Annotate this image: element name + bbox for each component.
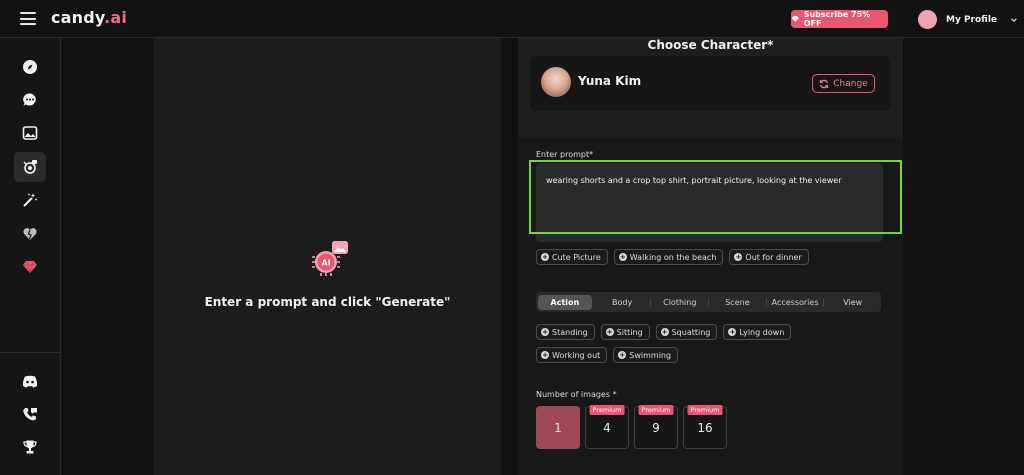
action-chip[interactable]: + Squatting	[655, 324, 718, 340]
tab-accessories[interactable]: Accessories	[767, 297, 825, 307]
action-chip[interactable]: + Lying down	[723, 324, 792, 340]
plus-icon: +	[541, 252, 549, 261]
tab-view[interactable]: View	[824, 298, 881, 307]
plus-icon: +	[734, 252, 743, 261]
premium-badge: Premium	[687, 405, 723, 415]
premium-badge: Premium	[589, 405, 625, 415]
image-count-option[interactable]: Premium 4	[585, 405, 629, 449]
chat-icon[interactable]	[14, 85, 46, 115]
action-chip[interactable]: + Working out	[536, 347, 608, 363]
discord-icon[interactable]	[14, 366, 46, 396]
tab-body[interactable]: Body	[594, 297, 652, 307]
image-preview-panel: AI Enter a prompt and click "Generate"	[154, 38, 501, 475]
tab-scene[interactable]: Scene	[709, 297, 767, 307]
gallery-icon[interactable]	[14, 118, 46, 148]
character-card: Yuna Kim Change	[530, 56, 890, 111]
action-chip[interactable]: + Swimming	[613, 347, 679, 363]
sidebar-divider	[0, 352, 61, 353]
avatar	[918, 10, 937, 29]
image-count-option[interactable]: Premium 16	[683, 405, 727, 449]
plus-icon: +	[660, 327, 669, 336]
plus-icon: +	[728, 327, 737, 336]
action-chip[interactable]: + Standing	[536, 324, 595, 340]
top-bar: candy.ai Subscribe 75% OFF My Profile	[0, 0, 1024, 38]
subscribe-button[interactable]: Subscribe 75% OFF	[791, 10, 888, 28]
generate-hint: Enter a prompt and click "Generate"	[204, 295, 451, 309]
compass-icon[interactable]	[14, 52, 46, 82]
prompt-suggestions: + Cute Picture + Walking on the beach + Out…	[536, 249, 809, 265]
suggestion-chip[interactable]: + Out for dinner	[729, 249, 809, 265]
character-avatar	[541, 67, 571, 97]
number-of-images-label: Number of images *	[536, 390, 617, 399]
diamond-icon	[791, 15, 799, 23]
plus-icon: +	[541, 350, 549, 359]
generate-image-icon[interactable]	[14, 152, 46, 182]
prompt-input[interactable]: wearing shorts and a crop top shirt, por…	[529, 160, 902, 242]
category-tabs: Action Body Clothing Scene Accessories V…	[536, 292, 881, 312]
tab-clothing[interactable]: Clothing	[651, 297, 710, 307]
action-options-row2: + Working out + Swimming	[536, 347, 679, 363]
suggestion-chip[interactable]: + Cute Picture	[536, 249, 608, 265]
chevron-down-icon	[1011, 17, 1017, 22]
prompt-value: wearing shorts and a crop top shirt, por…	[546, 176, 842, 185]
prompt-section: Enter prompt* wearing shorts and a crop …	[518, 137, 903, 475]
profile-menu[interactable]: My Profile	[918, 10, 1018, 29]
menu-icon[interactable]	[20, 12, 36, 25]
highlight-box	[529, 160, 902, 234]
change-character-button[interactable]: Change	[812, 74, 875, 93]
prompt-label: Enter prompt*	[536, 150, 594, 159]
magic-wand-icon[interactable]	[14, 185, 46, 215]
tab-action[interactable]: Action	[538, 294, 592, 310]
logo[interactable]: candy.ai	[51, 8, 127, 27]
choose-character-title: Choose Character*	[647, 38, 774, 52]
support-icon[interactable]	[14, 399, 46, 429]
plus-icon: +	[618, 252, 627, 261]
generation-form: Choose Character* Yuna Kim Change Enter …	[518, 38, 903, 475]
number-of-images-options: 1 Premium 4 Premium 9 Premium 16	[536, 405, 727, 449]
image-count-option[interactable]: Premium 9	[634, 405, 678, 449]
suggestion-chip[interactable]: + Walking on the beach	[613, 249, 724, 265]
refresh-icon	[820, 79, 829, 88]
sidebar	[0, 38, 61, 475]
plus-icon: +	[541, 327, 549, 336]
action-options-row1: + Standing + Sitting + Squatting + Lying dow…	[536, 324, 792, 340]
trophy-icon[interactable]	[14, 432, 46, 462]
svg-text:AI: AI	[321, 259, 330, 268]
ai-image-icon: AI	[312, 241, 348, 276]
gem-icon[interactable]	[14, 252, 46, 282]
premium-badge: Premium	[638, 405, 674, 415]
heart-icon[interactable]	[14, 219, 46, 249]
image-count-option[interactable]: 1	[536, 406, 580, 449]
action-chip[interactable]: + Sitting	[600, 324, 650, 340]
plus-icon: +	[618, 350, 627, 359]
character-name: Yuna Kim	[578, 74, 642, 88]
plus-icon: +	[605, 327, 614, 336]
